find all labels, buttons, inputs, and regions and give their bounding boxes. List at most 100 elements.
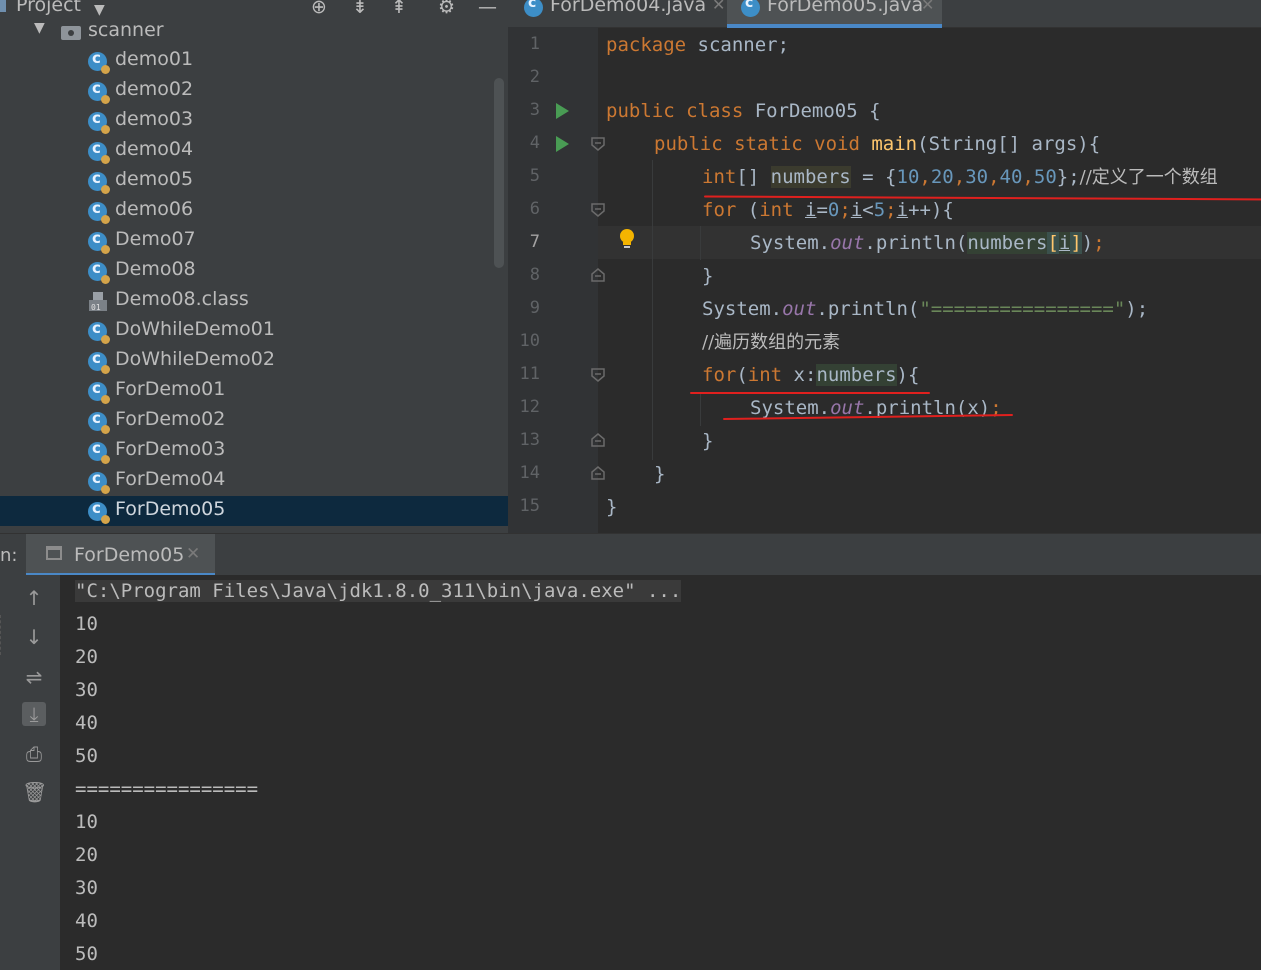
- line-number: 2: [529, 67, 540, 87]
- gear-icon[interactable]: ⚙: [438, 0, 455, 17]
- code-token: }: [702, 430, 714, 452]
- code-token: System.: [702, 298, 783, 320]
- code-line-13[interactable]: }: [702, 428, 713, 454]
- close-icon[interactable]: ✕: [186, 544, 200, 564]
- console-command-line: "C:\Program Files\Java\jdk1.8.0_311\bin\…: [75, 580, 682, 602]
- code-line-1[interactable]: package scanner;: [606, 32, 789, 58]
- soft-wrap-icon[interactable]: ⇌: [22, 665, 46, 689]
- tree-item-label: ForDemo03: [115, 438, 226, 460]
- code-token: i: [805, 199, 817, 221]
- fold-icon[interactable]: [591, 203, 605, 217]
- tree-item[interactable]: demo05: [0, 166, 508, 196]
- arrow-down-icon[interactable]: ↓: [22, 625, 46, 649]
- project-title[interactable]: Project: [16, 0, 81, 16]
- code-line-15[interactable]: }: [606, 494, 617, 520]
- fold-end-icon[interactable]: [591, 466, 605, 480]
- tree-folder-scanner[interactable]: ▼ scanner: [0, 17, 508, 47]
- locate-icon[interactable]: ⊕: [311, 0, 327, 17]
- code-line-5[interactable]: int[] numbers = {10,20,30,40,50};//定义了一个…: [702, 164, 1218, 191]
- class-icon: [88, 499, 110, 524]
- fold-icon[interactable]: [591, 137, 605, 151]
- lightbulb-icon[interactable]: [619, 228, 635, 250]
- tree-item[interactable]: ForDemo02: [0, 406, 508, 436]
- hide-icon[interactable]: —: [478, 0, 497, 17]
- code-token: ++){: [908, 199, 954, 221]
- code-token: numbers: [770, 166, 851, 188]
- tab-fordemo05[interactable]: ForDemo05.java ✕: [727, 0, 942, 28]
- class-icon: [88, 409, 110, 434]
- line-number: 3: [529, 100, 540, 120]
- tree-item[interactable]: DoWhileDemo02: [0, 346, 508, 376]
- tree-item[interactable]: demo01: [0, 46, 508, 76]
- code-token: =: [816, 199, 828, 221]
- code-token: .println(: [816, 298, 920, 320]
- run-label: n:: [0, 545, 18, 566]
- tree-item[interactable]: Demo08: [0, 256, 508, 286]
- tree-item-label: demo01: [115, 48, 194, 70]
- code-line-10[interactable]: //遍历数组的元素: [702, 329, 840, 356]
- scroll-to-end-icon[interactable]: ⤓: [22, 702, 46, 726]
- close-icon[interactable]: ✕: [712, 0, 725, 14]
- fold-end-icon[interactable]: [591, 433, 605, 447]
- fold-end-icon[interactable]: [591, 268, 605, 282]
- class-icon: [88, 79, 110, 104]
- tree-item[interactable]: demo02: [0, 76, 508, 106]
- code-token: ){: [896, 364, 920, 386]
- tree-item[interactable]: ForDemo05: [0, 496, 508, 526]
- code-token: = {: [850, 166, 897, 188]
- code-token: System.: [750, 232, 831, 254]
- tab-fordemo04[interactable]: ForDemo04.java ✕: [522, 0, 727, 27]
- code-token: i: [850, 199, 863, 221]
- classfile-icon: 01: [89, 292, 107, 312]
- tree-item[interactable]: 01 Demo08.class: [0, 286, 508, 316]
- run-icon[interactable]: [556, 103, 569, 119]
- tree-item[interactable]: demo03: [0, 106, 508, 136]
- tree-item[interactable]: demo04: [0, 136, 508, 166]
- code-line-9[interactable]: System.out.println("================");: [702, 296, 1148, 322]
- tree-item[interactable]: DoWhileDemo01: [0, 316, 508, 346]
- code-line-4[interactable]: public static void main(String[] args){: [654, 131, 1100, 157]
- code-line-14[interactable]: }: [654, 461, 665, 487]
- code-line-3[interactable]: public class ForDemo05 {: [606, 98, 881, 124]
- chevron-down-icon[interactable]: ▼: [34, 20, 45, 36]
- run-tab-fordemo05[interactable]: ForDemo05 ✕: [26, 534, 215, 576]
- tree-item-label: ForDemo04: [115, 468, 226, 490]
- console-line: 10: [75, 811, 98, 833]
- line-number: 11: [519, 364, 540, 384]
- code-line-11[interactable]: for(int x:numbers){: [702, 362, 919, 388]
- tree-item-label: demo02: [115, 78, 194, 100]
- expand-all-icon[interactable]: ⇟: [352, 0, 368, 17]
- project-scrollbar[interactable]: [494, 78, 504, 268]
- print-icon[interactable]: ⎙: [22, 742, 46, 766]
- arrow-up-icon[interactable]: ↑: [22, 586, 46, 610]
- tree-item-label: DoWhileDemo01: [115, 318, 275, 340]
- tree-item[interactable]: Demo07: [0, 226, 508, 256]
- code-line-7[interactable]: System.out.println(numbers[i]);: [750, 230, 1105, 256]
- collapse-all-icon[interactable]: ⇞: [391, 0, 407, 17]
- tree-item[interactable]: ForDemo04: [0, 466, 508, 496]
- trash-icon[interactable]: 🗑: [22, 780, 47, 804]
- code-editor[interactable]: [508, 0, 1261, 533]
- close-icon[interactable]: ✕: [921, 0, 934, 14]
- tab-label: ForDemo05.java: [767, 0, 924, 16]
- tree-item[interactable]: ForDemo01: [0, 376, 508, 406]
- code-line-6[interactable]: for (int i=0;i<5;i++){: [702, 197, 954, 223]
- run-icon[interactable]: [556, 136, 569, 152]
- line-number: 13: [519, 430, 540, 450]
- console-line: 40: [75, 712, 98, 734]
- fold-icon[interactable]: [591, 368, 605, 382]
- class-icon: [88, 439, 110, 464]
- tree-item[interactable]: demo06: [0, 196, 508, 226]
- console-output[interactable]: [60, 575, 1261, 970]
- tree-item[interactable]: ForDemo03: [0, 436, 508, 466]
- code-token: ;: [839, 199, 851, 221]
- code-line-8[interactable]: }: [702, 263, 713, 289]
- code-token: main: [871, 133, 918, 155]
- code-token: 30: [965, 166, 989, 188]
- tree-item-label: Demo07: [115, 228, 196, 250]
- line-number: 12: [519, 397, 540, 417]
- code-token: "================": [919, 298, 1126, 320]
- tree-item-label: DoWhileDemo02: [115, 348, 275, 370]
- code-token: int: [759, 199, 794, 221]
